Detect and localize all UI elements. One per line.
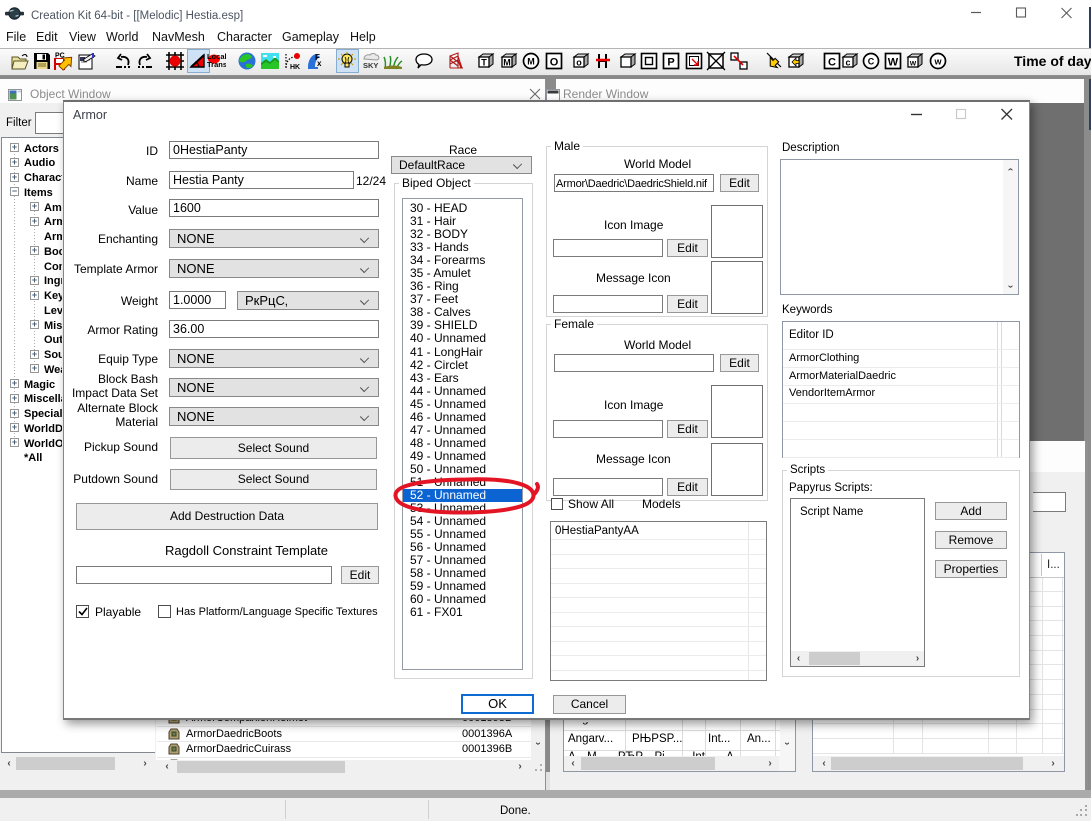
svg-text:O: O: [550, 57, 559, 69]
svg-text:M: M: [503, 58, 511, 68]
svg-text:SKY: SKY: [363, 61, 378, 70]
svg-text:w: w: [933, 57, 942, 67]
svg-text:Trans: Trans: [207, 60, 226, 69]
svg-text:T: T: [481, 58, 487, 68]
svg-text:c: c: [845, 58, 850, 68]
svg-text:o: o: [576, 58, 582, 68]
svg-text:W: W: [888, 57, 899, 69]
svg-text:x: x: [317, 59, 322, 68]
svg-text:w: w: [909, 59, 917, 68]
svg-text:C: C: [828, 57, 836, 69]
svg-text:P: P: [667, 57, 674, 69]
svg-text:C: C: [868, 57, 875, 67]
svg-text:HK: HK: [290, 64, 300, 71]
svg-text:M: M: [527, 57, 535, 67]
